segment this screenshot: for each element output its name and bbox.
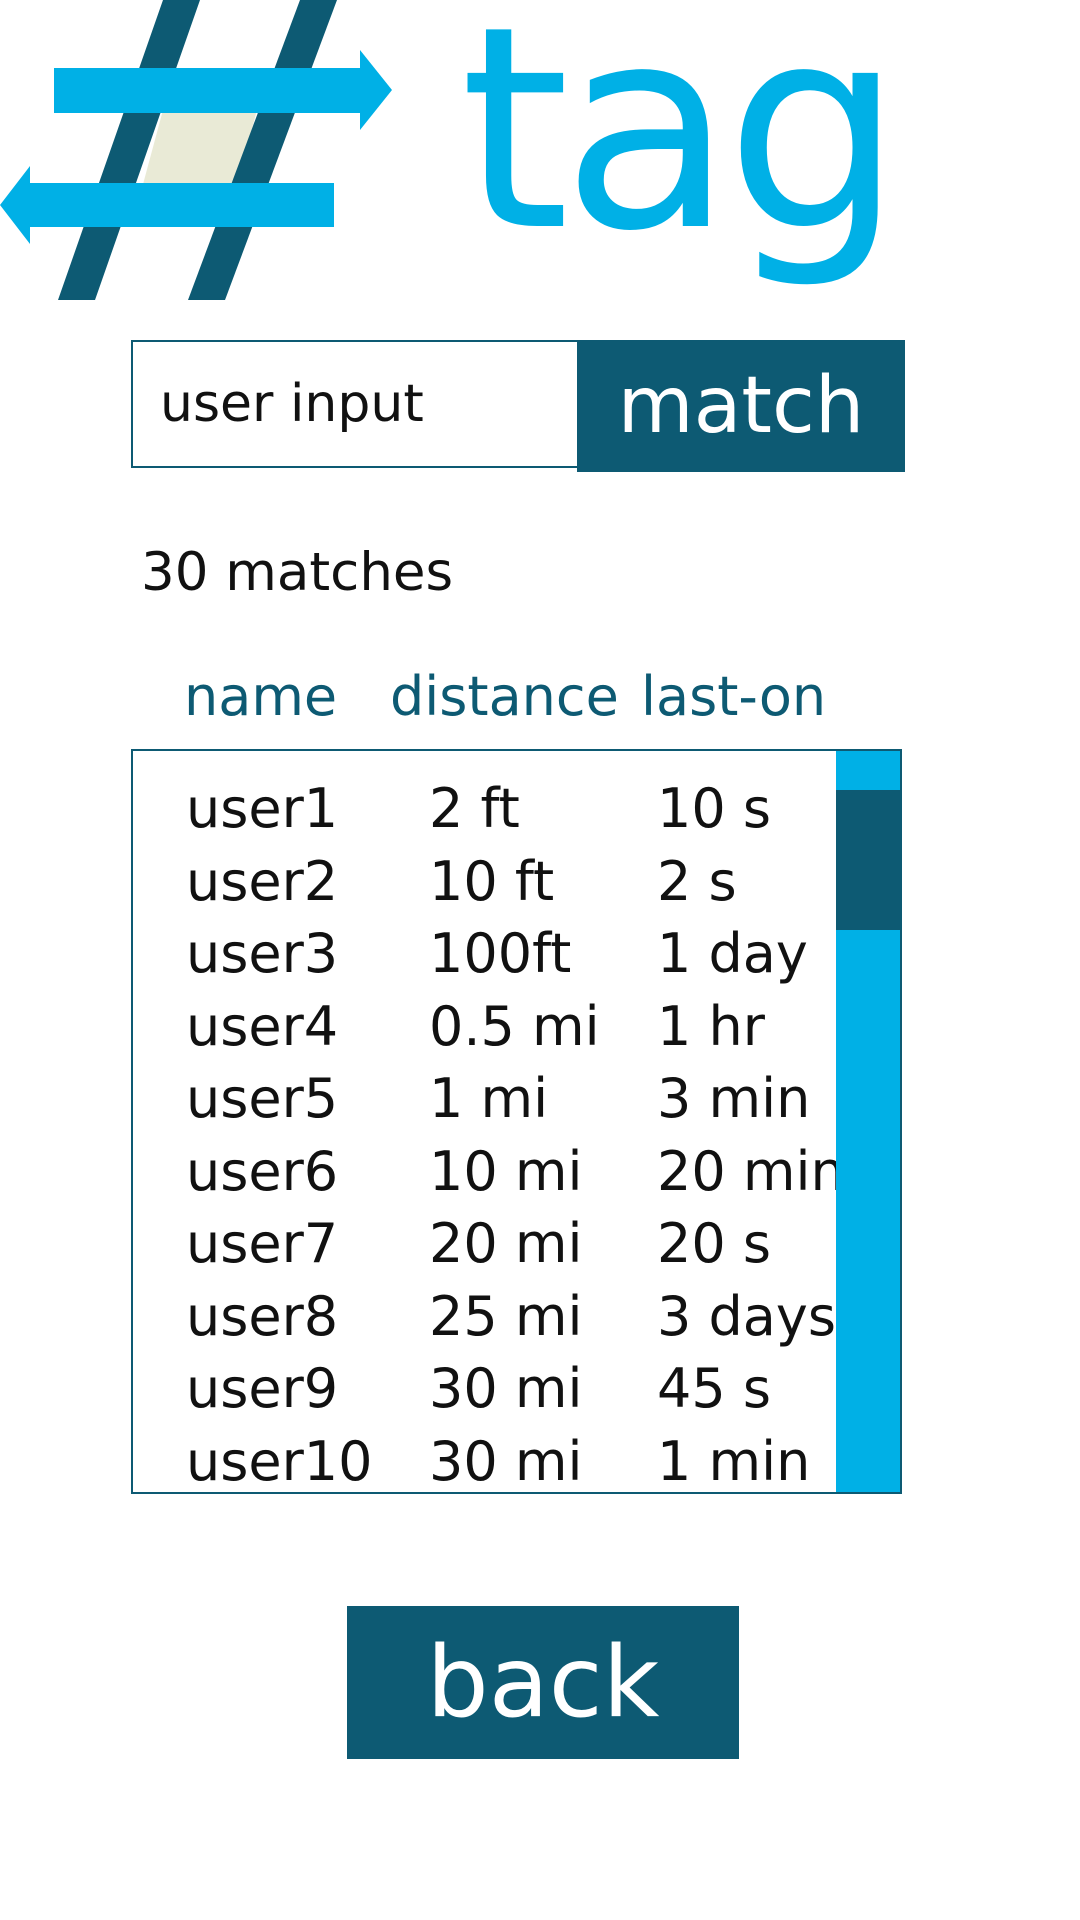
user-distance: 30 mi (429, 1357, 583, 1420)
user-last-on: 1 hr (657, 994, 765, 1058)
user-distance: 2 ft (429, 777, 520, 840)
user-name: user1 (186, 777, 339, 840)
user-last-on: 20 min (657, 1139, 845, 1203)
user-distance: 10 ft (429, 849, 555, 913)
user-name: user3 (186, 922, 339, 985)
hashtag-arrows-icon (0, 0, 400, 310)
logo-arrow-right-head (360, 50, 392, 130)
user-distance: 0.5 mi (429, 994, 600, 1058)
user-name: user8 (186, 1284, 339, 1348)
user-name: user5 (186, 1067, 339, 1130)
user-last-on: 1 day (657, 922, 808, 985)
user-last-on: 2 s (657, 849, 737, 913)
user-last-on: 3 days (657, 1284, 836, 1348)
column-header-last-on[interactable]: last-on (641, 665, 826, 728)
search-bar: match (131, 340, 905, 472)
user-last-on: 10 s (657, 777, 772, 840)
user-distance: 10 mi (429, 1139, 583, 1203)
results-rows: user1 2 ft 10 s user2 10 ft 2 s user3 10… (133, 773, 845, 1493)
result-row[interactable]: user9 30 mi 45 s (133, 1353, 833, 1426)
user-name: user2 (186, 849, 339, 913)
result-row[interactable]: user1 2 ft 10 s (133, 773, 833, 846)
match-count: 30 matches (141, 542, 454, 603)
result-row[interactable]: user5 1 mi 3 min (133, 1063, 833, 1136)
result-row[interactable]: user6 10 mi 20 min (133, 1136, 845, 1209)
result-row[interactable]: user4 0.5 mi 1 hr (133, 991, 833, 1064)
user-name: user9 (186, 1357, 339, 1420)
user-distance: 30 mi (429, 1429, 583, 1493)
user-distance: 1 mi (429, 1067, 549, 1130)
logo-arrow-right-shaft (54, 68, 368, 113)
result-row[interactable]: user3 100ft 1 day (133, 918, 833, 991)
result-row[interactable]: user2 10 ft 2 s (133, 846, 833, 919)
user-distance: 100ft (429, 922, 572, 985)
user-name: user4 (186, 994, 339, 1058)
results-scrollbar[interactable] (836, 751, 900, 1492)
match-button[interactable]: match (577, 340, 905, 472)
user-distance: 25 mi (429, 1284, 583, 1348)
user-name: user10 (186, 1429, 373, 1493)
result-row[interactable]: user10 30 mi 1 min (133, 1426, 833, 1493)
user-name: user7 (186, 1212, 339, 1275)
user-last-on: 3 min (657, 1067, 811, 1130)
result-row[interactable]: user7 20 mi 20 s (133, 1208, 833, 1281)
user-last-on: 45 s (657, 1357, 772, 1420)
back-button[interactable]: back (347, 1606, 739, 1759)
logo-arrow-left-head (0, 166, 30, 244)
user-last-on: 20 s (657, 1212, 772, 1275)
scrollbar-thumb[interactable] (836, 790, 900, 930)
user-last-on: 1 min (657, 1429, 811, 1493)
user-name: user6 (186, 1139, 339, 1203)
logo-arrow-left-shaft (20, 183, 334, 227)
result-row[interactable]: user8 25 mi 3 days (133, 1281, 836, 1354)
user-search-input[interactable] (131, 340, 577, 468)
column-header-distance[interactable]: distance (390, 665, 619, 728)
column-header-name[interactable]: name (184, 665, 337, 728)
logo-wordmark: tag (460, 0, 903, 293)
user-distance: 20 mi (429, 1212, 583, 1275)
results-list: user1 2 ft 10 s user2 10 ft 2 s user3 10… (131, 749, 902, 1494)
